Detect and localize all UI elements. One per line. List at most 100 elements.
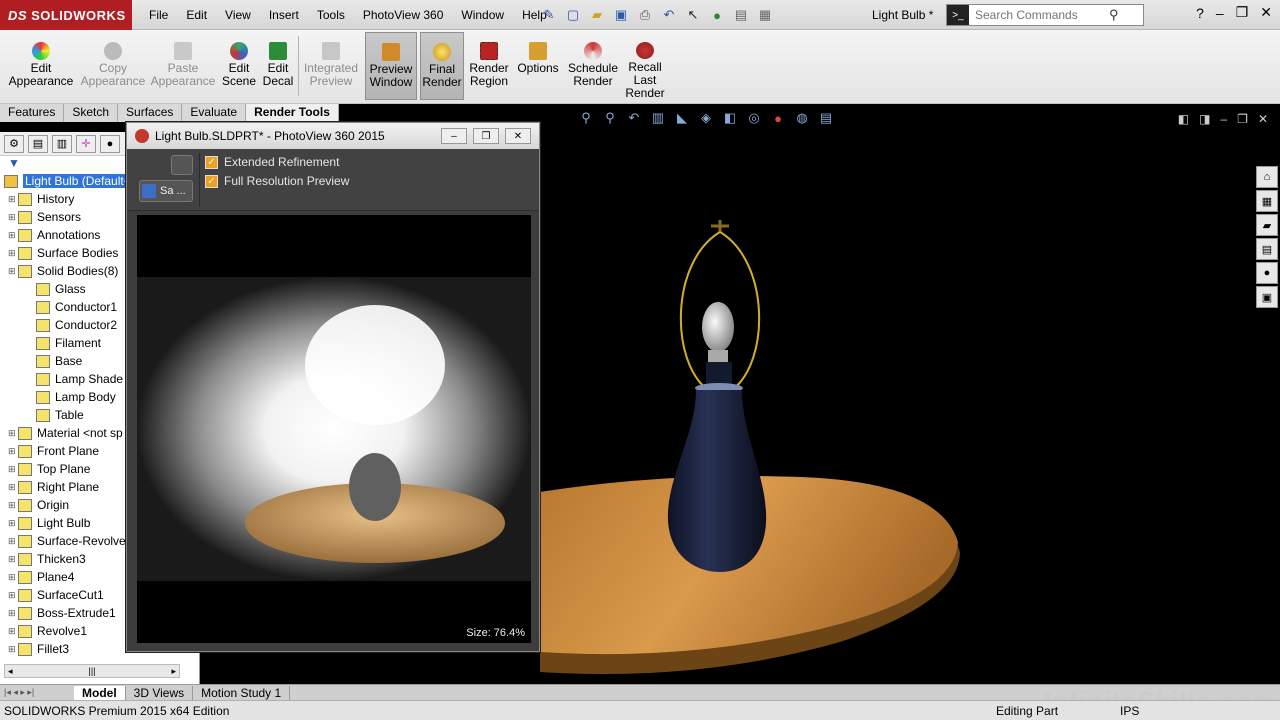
photoview-title-bar[interactable]: Light Bulb.SLDPRT* - PhotoView 360 2015 … [127, 123, 539, 149]
open-folder-icon[interactable]: ▰ [588, 6, 606, 24]
menu-file[interactable]: File [140, 8, 177, 22]
full-resolution-preview-checkbox[interactable]: ✓ Full Resolution Preview [205, 174, 349, 188]
tab-evaluate[interactable]: Evaluate [182, 104, 247, 122]
final-render-button[interactable]: Final Render [420, 32, 464, 100]
tab-sketch[interactable]: Sketch [64, 104, 119, 122]
file-properties-icon[interactable]: ▤ [732, 6, 750, 24]
copy-appearance-button[interactable]: Copy Appearance [80, 32, 146, 100]
tab-3d-views[interactable]: 3D Views [126, 685, 194, 700]
solidworks-resources-icon[interactable]: ⌂ [1256, 166, 1278, 188]
menu-tools[interactable]: Tools [308, 8, 354, 22]
save-image-button[interactable]: Sa ... [139, 180, 193, 202]
section-view-icon[interactable]: ▥ [650, 110, 666, 126]
expand-icon[interactable]: ⊞ [8, 500, 18, 511]
expand-icon[interactable]: ⊞ [8, 482, 18, 493]
view-orientation-icon[interactable]: ◈ [698, 110, 714, 126]
display-manager-icon[interactable]: ● [100, 134, 120, 153]
file-explorer-icon[interactable]: ▰ [1256, 214, 1278, 236]
tab-navigation-icon[interactable]: |◂ ◂ ▸ ▸| [0, 687, 74, 698]
rebuild-traffic-light-icon[interactable]: ● [708, 6, 726, 24]
save-icon[interactable]: ▣ [612, 6, 630, 24]
edit-appearance-icon[interactable]: ● [770, 110, 786, 126]
expand-icon[interactable]: ⊞ [8, 590, 18, 601]
menu-window[interactable]: Window [452, 8, 513, 22]
tab-motion-study-1[interactable]: Motion Study 1 [193, 685, 291, 700]
photoview-close-icon[interactable]: ✕ [505, 128, 531, 144]
feature-manager-icon[interactable]: ⚙ [4, 134, 24, 153]
integrated-preview-button[interactable]: Integrated Preview [302, 32, 360, 100]
expand-icon[interactable]: ⊞ [8, 554, 18, 565]
tab-features[interactable]: Features [0, 104, 65, 122]
photoview-minimize-icon[interactable]: – [441, 128, 467, 144]
close-icon[interactable]: ✕ [1260, 4, 1272, 21]
expand-icon[interactable]: ⊞ [8, 230, 18, 241]
hide-show-items-icon[interactable]: ◎ [746, 110, 762, 126]
menu-edit[interactable]: Edit [177, 8, 216, 22]
expand-icon[interactable]: ⊞ [8, 644, 18, 655]
configuration-manager-icon[interactable]: ▥ [52, 134, 72, 153]
menu-photoview-360[interactable]: PhotoView 360 [354, 8, 453, 22]
dynamic-annotation-icon[interactable]: ◣ [674, 110, 690, 126]
scroll-right-icon[interactable]: ▸ [171, 666, 176, 677]
custom-properties-icon[interactable]: ▣ [1256, 286, 1278, 308]
recall-last-render-button[interactable]: Recall Last Render [624, 32, 666, 100]
view-settings-icon[interactable]: ▤ [818, 110, 834, 126]
help-icon[interactable]: ? [1196, 5, 1204, 21]
photoview-maximize-icon[interactable]: ❐ [473, 128, 499, 144]
tree-horizontal-scrollbar[interactable]: ◂ ||| ▸ [4, 664, 180, 678]
menu-insert[interactable]: Insert [260, 8, 308, 22]
photoview-blank-button[interactable] [171, 155, 193, 175]
expand-icon[interactable]: ⊞ [8, 464, 18, 475]
solidworks-logo[interactable]: DS SOLIDWORKS [0, 0, 132, 30]
expand-icon[interactable]: ⊞ [8, 518, 18, 529]
viewport-restore-icon[interactable]: ❐ [1237, 112, 1248, 126]
pin-icon[interactable]: ✎ [540, 6, 558, 24]
search-icon[interactable]: ⚲ [1109, 7, 1119, 23]
tab-render-tools[interactable]: Render Tools [246, 104, 339, 122]
print-icon[interactable]: ⎙ [636, 6, 654, 24]
viewport-minimize-icon[interactable]: – [1220, 112, 1227, 126]
expand-icon[interactable]: ⊞ [8, 536, 18, 547]
viewport-next-icon[interactable]: ◨ [1199, 112, 1210, 126]
expand-icon[interactable]: ⊞ [8, 248, 18, 259]
edit-appearance-button[interactable]: Edit Appearance [8, 32, 74, 100]
apply-scene-icon[interactable]: ◍ [794, 110, 810, 126]
previous-view-icon[interactable]: ↶ [626, 110, 642, 126]
minimize-icon[interactable]: – [1216, 5, 1224, 21]
scroll-left-icon[interactable]: ◂ [8, 666, 13, 677]
expand-icon[interactable]: ⊞ [8, 266, 18, 277]
restore-icon[interactable]: ❐ [1236, 4, 1249, 21]
search-commands-input[interactable] [969, 6, 1109, 24]
schedule-render-button[interactable]: Schedule Render [566, 32, 620, 100]
paste-appearance-button[interactable]: Paste Appearance [150, 32, 216, 100]
dimxpert-manager-icon[interactable]: ✛ [76, 134, 96, 153]
property-manager-icon[interactable]: ▤ [28, 134, 48, 153]
new-document-icon[interactable]: ▢ [564, 6, 582, 24]
expand-icon[interactable]: ⊞ [8, 446, 18, 457]
tab-surfaces[interactable]: Surfaces [118, 104, 183, 122]
edit-scene-button[interactable]: Edit Scene [220, 32, 258, 100]
view-palette-icon[interactable]: ▤ [1256, 238, 1278, 260]
extended-refinement-checkbox[interactable]: ✓ Extended Refinement [205, 155, 339, 169]
zoom-to-area-icon[interactable]: ⚲ [602, 110, 618, 126]
units-label[interactable]: IPS [1120, 704, 1139, 718]
expand-icon[interactable]: ⊞ [8, 194, 18, 205]
options-icon[interactable]: ▦ [756, 6, 774, 24]
zoom-to-fit-icon[interactable]: ⚲ [578, 110, 594, 126]
expand-icon[interactable]: ⊞ [8, 608, 18, 619]
expand-icon[interactable]: ⊞ [8, 626, 18, 637]
options-button[interactable]: Options [514, 32, 562, 100]
render-region-button[interactable]: Render Region [468, 32, 510, 100]
select-arrow-icon[interactable]: ↖ [684, 6, 702, 24]
edit-decal-button[interactable]: Edit Decal [262, 32, 294, 100]
expand-icon[interactable]: ⊞ [8, 212, 18, 223]
display-style-icon[interactable]: ◧ [722, 110, 738, 126]
expand-icon[interactable]: ⊞ [8, 572, 18, 583]
scroll-thumb[interactable]: ||| [88, 666, 95, 676]
appearances-scenes-icon[interactable]: ● [1256, 262, 1278, 284]
tab-model[interactable]: Model [74, 685, 126, 700]
viewport-previous-icon[interactable]: ◧ [1178, 112, 1189, 126]
viewport-close-icon[interactable]: ✕ [1258, 112, 1268, 126]
design-library-icon[interactable]: ▦ [1256, 190, 1278, 212]
undo-icon[interactable]: ↶ [660, 6, 678, 24]
